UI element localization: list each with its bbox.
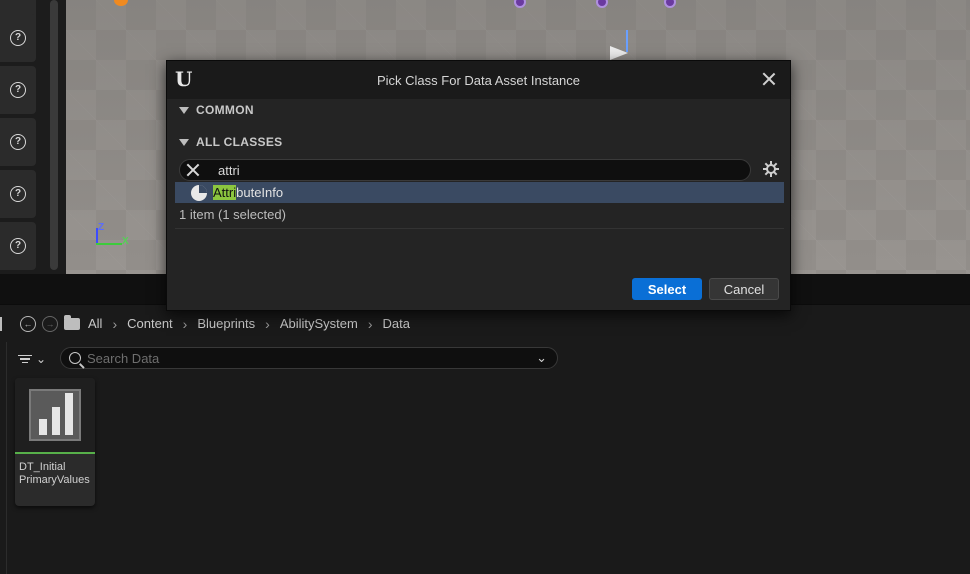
class-list-item[interactable]: Attri buteInfo [175, 182, 784, 203]
cancel-button[interactable]: Cancel [709, 278, 779, 300]
dialog-title: Pick Class For Data Asset Instance [376, 72, 581, 88]
clear-search-icon[interactable] [186, 163, 200, 177]
section-common[interactable]: COMMON [179, 99, 254, 121]
dialog-title-bar[interactable]: U Pick Class For Data Asset Instance [167, 61, 790, 99]
unreal-logo-icon: U [175, 67, 193, 91]
gear-icon[interactable] [763, 161, 779, 177]
scrollbar[interactable] [50, 0, 58, 270]
chevron-down-icon[interactable]: ⌄ [536, 350, 547, 366]
close-icon[interactable] [762, 72, 776, 86]
help-button-2[interactable]: ? [0, 66, 36, 114]
help-icon: ? [10, 82, 26, 98]
section-all-classes[interactable]: ALL CLASSES [179, 131, 282, 153]
class-search-input[interactable] [218, 162, 750, 178]
help-button-3[interactable]: ? [0, 118, 36, 166]
search-icon [69, 352, 81, 364]
pick-class-dialog: U Pick Class For Data Asset Instance COM… [166, 60, 791, 311]
match-highlight: Attri [213, 185, 237, 200]
help-button-4[interactable]: ? [0, 170, 36, 218]
back-icon[interactable]: ← [20, 315, 36, 332]
breadcrumb-item[interactable]: AbilitySystem [280, 316, 358, 331]
help-icon: ? [10, 30, 26, 46]
breadcrumb-item[interactable]: Data [383, 316, 410, 331]
help-icon: ? [10, 134, 26, 150]
chevron-right-icon[interactable]: › [368, 316, 373, 332]
content-search[interactable]: ⌄ [60, 347, 558, 369]
class-name-rest: buteInfo [236, 185, 284, 200]
forward-icon[interactable]: → [42, 315, 58, 332]
search-input[interactable] [87, 350, 537, 366]
player-start-icon[interactable] [610, 46, 628, 60]
left-toolbar: ? ? ? ? ? [0, 0, 66, 274]
folder-icon[interactable] [64, 314, 80, 330]
collapse-icon [179, 138, 189, 146]
chevron-right-icon[interactable]: › [112, 316, 117, 332]
class-icon [191, 184, 207, 201]
chevron-down-icon: ⌄ [36, 352, 47, 366]
select-button[interactable]: Select [632, 278, 702, 300]
axis-indicator: Z X [96, 222, 129, 247]
editor-root: ? ? ? ? ? Z X ← → All › Content › Bluepr… [0, 0, 970, 574]
asset-tile[interactable]: DT_Initial PrimaryValues [15, 378, 95, 506]
help-icon: ? [10, 186, 26, 202]
breadcrumb-item[interactable]: Blueprints [197, 316, 255, 331]
chevron-right-icon[interactable]: › [265, 316, 270, 332]
filter-icon [18, 353, 32, 366]
data-table-icon [15, 378, 95, 454]
filter-button[interactable]: ⌄ [18, 350, 52, 368]
help-button-1[interactable]: ? [0, 14, 36, 62]
help-icon: ? [10, 238, 26, 254]
asset-name: DT_Initial PrimaryValues [19, 461, 90, 486]
breadcrumb-item[interactable]: All [88, 316, 102, 331]
class-search[interactable] [179, 159, 751, 181]
help-button-5[interactable]: ? [0, 222, 36, 270]
chevron-right-icon[interactable]: › [183, 316, 188, 332]
content-browser [0, 342, 970, 574]
breadcrumb-item[interactable]: Content [127, 316, 173, 331]
item-count: 1 item (1 selected) [179, 207, 286, 222]
collapse-icon [179, 106, 189, 114]
